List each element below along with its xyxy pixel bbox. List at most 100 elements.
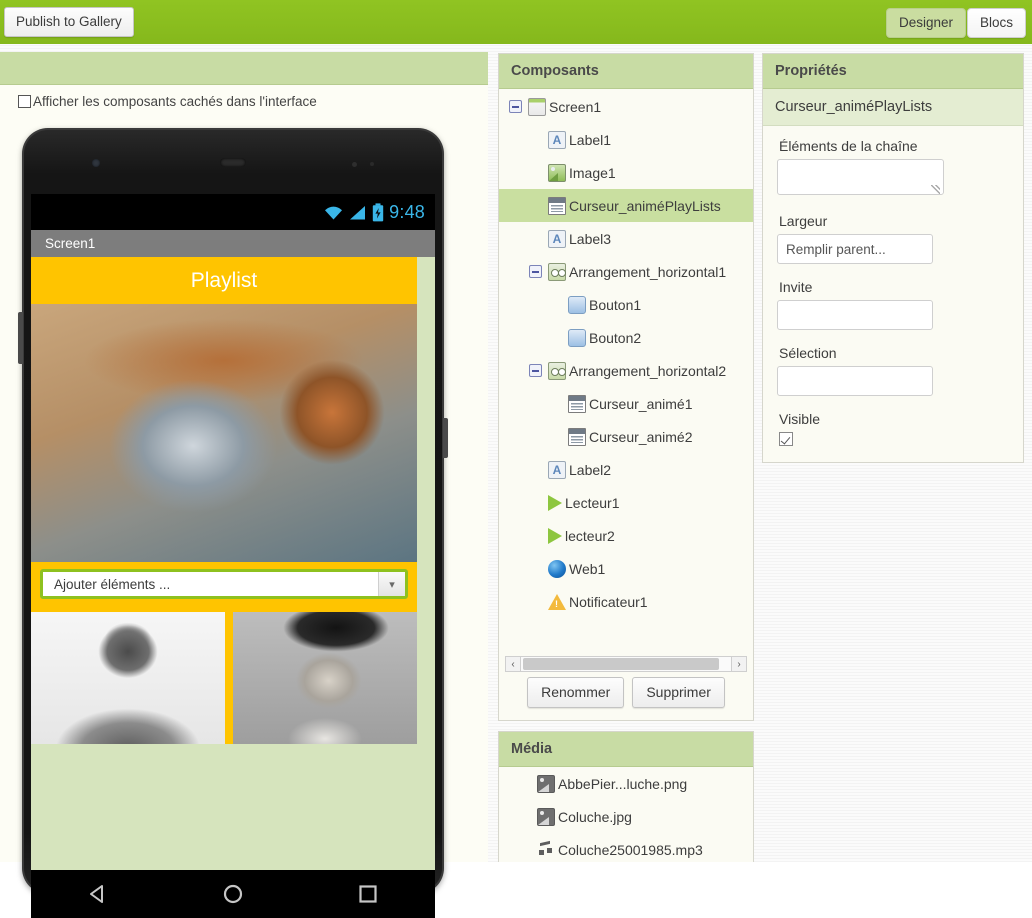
property-group: Visible bbox=[777, 411, 1009, 446]
tree-item-label: Curseur_animé1 bbox=[589, 395, 693, 412]
home-icon[interactable] bbox=[220, 881, 246, 907]
scrollbar-thumb[interactable] bbox=[523, 658, 719, 670]
tree-item-image1[interactable]: Image1 bbox=[499, 156, 753, 189]
recents-icon[interactable] bbox=[355, 881, 381, 907]
arrangement-horizontal2-preview bbox=[31, 612, 417, 744]
properties-fields: Éléments de la chaîne Largeur Invite Sélect… bbox=[763, 126, 1023, 446]
show-hidden-components-checkbox[interactable] bbox=[18, 95, 31, 108]
property--l-ments-de-la-cha-ne-textarea[interactable] bbox=[777, 159, 944, 195]
media-list-item[interactable]: Coluche25001985.mp3 bbox=[499, 833, 753, 862]
tree-item-lecteur1[interactable]: Lecteur1 bbox=[499, 486, 753, 519]
media-panel-title: Média bbox=[499, 732, 753, 767]
portrait-spacer bbox=[225, 612, 233, 744]
arrangement-icon bbox=[548, 361, 566, 380]
tree-item-web1[interactable]: Web1 bbox=[499, 552, 753, 585]
label-icon: A bbox=[548, 130, 566, 149]
property-group: Éléments de la chaîne bbox=[777, 138, 1009, 198]
front-camera-icon bbox=[92, 159, 100, 167]
property-largeur-input[interactable] bbox=[777, 234, 933, 264]
property-label: Largeur bbox=[779, 213, 828, 229]
tree-item-label3[interactable]: A Label3 bbox=[499, 222, 753, 255]
arrangement-icon bbox=[548, 262, 566, 281]
property-invite-input[interactable] bbox=[777, 300, 933, 330]
properties-panel-title: Propriétés bbox=[763, 54, 1023, 89]
spinner-icon bbox=[568, 427, 586, 446]
media-file-name: Coluche.jpg bbox=[558, 808, 632, 825]
tree-item-label2[interactable]: A Label2 bbox=[499, 453, 753, 486]
tree-toggle-icon[interactable] bbox=[509, 100, 522, 113]
components-tree-scrollbar[interactable]: ‹ › bbox=[505, 656, 747, 672]
image-file-icon bbox=[537, 807, 555, 826]
property-label: Visible bbox=[779, 411, 820, 427]
player-icon bbox=[548, 495, 562, 511]
tree-item-lecteur2[interactable]: lecteur2 bbox=[499, 519, 753, 552]
abbe-pierre-photo[interactable] bbox=[233, 612, 417, 744]
scroll-left-arrow[interactable]: ‹ bbox=[505, 656, 521, 672]
tree-item-label1[interactable]: A Label1 bbox=[499, 123, 753, 156]
back-icon[interactable] bbox=[85, 881, 111, 907]
screen-icon bbox=[528, 97, 546, 116]
media-file-name: AbbePier...luche.png bbox=[558, 775, 688, 792]
screen-content: Playlist Ajouter éléments ... ▾ bbox=[31, 257, 417, 744]
tree-item-arrangement-horizontal1[interactable]: Arrangement_horizontal1 bbox=[499, 255, 753, 288]
publish-to-gallery-button[interactable]: Publish to Gallery bbox=[4, 7, 134, 37]
media-panel: Média AbbePier...luche.png Coluche.jpg Col… bbox=[498, 731, 754, 862]
viewer-header bbox=[0, 52, 488, 85]
tab-designer[interactable]: Designer bbox=[885, 8, 966, 38]
label1-playlist[interactable]: Playlist bbox=[31, 257, 417, 304]
tree-item-bouton2[interactable]: Bouton2 bbox=[499, 321, 753, 354]
battery-icon bbox=[372, 202, 384, 221]
wifi-icon bbox=[325, 206, 343, 219]
scrollbar-track[interactable] bbox=[521, 656, 731, 672]
tree-toggle-icon[interactable] bbox=[529, 364, 542, 377]
tree-item-curseur-anim-playlists[interactable]: Curseur_animéPlayLists bbox=[499, 189, 753, 222]
tree-item-curseur-anim-1[interactable]: Curseur_animé1 bbox=[499, 387, 753, 420]
chevron-down-icon[interactable]: ▾ bbox=[378, 572, 405, 596]
media-list-item[interactable]: Coluche.jpg bbox=[499, 800, 753, 833]
sound-file-icon bbox=[537, 841, 555, 859]
image1-headphones[interactable] bbox=[31, 304, 417, 562]
tree-item-label: Label3 bbox=[569, 230, 612, 247]
tree-item-label: Arrangement_horizontal1 bbox=[569, 263, 727, 280]
tree-item-label: Bouton1 bbox=[589, 296, 642, 313]
property-label: Invite bbox=[779, 279, 813, 295]
tree-item-curseur-anim-2[interactable]: Curseur_animé2 bbox=[499, 420, 753, 453]
components-panel: Composants Screen1 A Label1 Image1 Curseur_a… bbox=[498, 53, 754, 721]
tree-action-buttons: Renommer Supprimer bbox=[499, 677, 753, 708]
tree-item-label: Web1 bbox=[569, 560, 606, 577]
tree-item-label: Curseur_animé2 bbox=[589, 428, 693, 445]
property-s-lection-input[interactable] bbox=[777, 366, 933, 396]
property--l-ments-de-la-cha-ne-wrapper bbox=[777, 159, 944, 198]
notifier-icon bbox=[548, 594, 566, 610]
tree-item-bouton1[interactable]: Bouton1 bbox=[499, 288, 753, 321]
phone-mockup: 9:48 Screen1 Playlist Ajouter éléments .… bbox=[18, 128, 448, 918]
delete-button[interactable]: Supprimer bbox=[632, 677, 725, 708]
show-hidden-components-label: Afficher les composants cachés dans l'in… bbox=[33, 94, 317, 109]
android-navigation-bar bbox=[31, 870, 435, 918]
tree-toggle-icon[interactable] bbox=[529, 265, 542, 278]
property-label: Éléments de la chaîne bbox=[779, 138, 918, 154]
components-tree[interactable]: Screen1 A Label1 Image1 Curseur_animéPlayLis… bbox=[499, 90, 753, 680]
tree-item-label: Label1 bbox=[569, 131, 612, 148]
coluche-photo[interactable] bbox=[31, 612, 225, 744]
tree-item-screen1[interactable]: Screen1 bbox=[499, 90, 753, 123]
property-visible-checkbox[interactable] bbox=[779, 432, 793, 446]
rename-button[interactable]: Renommer bbox=[527, 677, 625, 708]
spinner-container: Ajouter éléments ... ▾ bbox=[31, 562, 417, 612]
media-file-name: Coluche25001985.mp3 bbox=[558, 841, 703, 858]
tree-item-label: Image1 bbox=[569, 164, 616, 181]
show-hidden-components-row[interactable]: Afficher les composants cachés dans l'in… bbox=[18, 94, 317, 109]
curseur-anime-playlists-spinner[interactable]: Ajouter éléments ... ▾ bbox=[40, 569, 408, 599]
tree-item-arrangement-horizontal2[interactable]: Arrangement_horizontal2 bbox=[499, 354, 753, 387]
top-toolbar: Publish to Gallery Designer Blocs bbox=[0, 0, 1032, 44]
media-list-item[interactable]: AbbePier...luche.png bbox=[499, 767, 753, 800]
viewer-panel: Afficher les composants cachés dans l'in… bbox=[0, 52, 488, 918]
media-file-list[interactable]: AbbePier...luche.png Coluche.jpg Coluche25… bbox=[499, 767, 753, 862]
app-screen-preview[interactable]: Screen1 Playlist Ajouter éléments ... ▾ bbox=[31, 230, 435, 870]
scroll-right-arrow[interactable]: › bbox=[731, 656, 747, 672]
tree-item-label: Label2 bbox=[569, 461, 612, 478]
button-icon bbox=[568, 328, 586, 347]
tree-item-notificateur1[interactable]: Notificateur1 bbox=[499, 585, 753, 618]
spinner-icon bbox=[568, 394, 586, 413]
tab-blocks[interactable]: Blocs bbox=[966, 8, 1026, 38]
